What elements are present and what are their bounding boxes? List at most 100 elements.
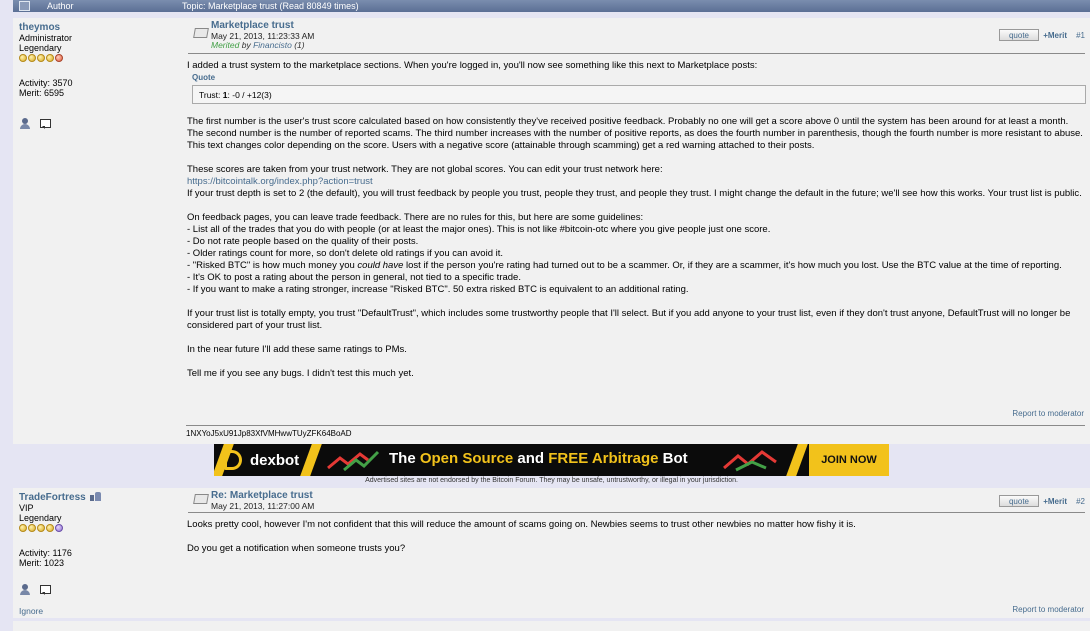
merited-label: Merited xyxy=(211,40,240,50)
guideline-item: - Do not rate people based on the qualit… xyxy=(187,236,419,247)
post-icon xyxy=(193,28,209,38)
topic-title: Topic: Marketplace trust (Read 80849 tim… xyxy=(182,1,359,11)
paragraph: Looks pretty cool, however I'm not confi… xyxy=(187,519,856,530)
ignore-link[interactable]: Ignore xyxy=(19,606,43,616)
poster-name[interactable]: TradeFortress xyxy=(19,492,86,503)
paragraph: Do you get a notification when someone t… xyxy=(187,543,406,554)
chart-arrows-icon xyxy=(723,450,777,472)
poster-info: TradeFortress VIP Legendary Activity: 11… xyxy=(19,488,179,617)
merit-button[interactable]: +Merit xyxy=(1043,31,1067,40)
vip-star-icon xyxy=(55,524,63,532)
poster-name[interactable]: theymos xyxy=(19,22,179,33)
poster-level: Legendary xyxy=(19,43,62,53)
quote-button[interactable]: quote xyxy=(999,495,1039,507)
topic-icon xyxy=(19,1,30,11)
post-body: I added a trust system to the marketplac… xyxy=(187,60,1086,392)
poster-activity: Activity: 3570 xyxy=(19,78,73,88)
ad-stripe xyxy=(786,444,808,476)
star-icon xyxy=(28,54,36,62)
poster-name-row: TradeFortress xyxy=(19,492,179,503)
post-intro: I added a trust system to the marketplac… xyxy=(187,60,758,71)
star-icon xyxy=(28,524,36,532)
guideline-emphasis: could have xyxy=(357,260,404,271)
poster-rank: VIP xyxy=(19,503,34,513)
paragraph: In the near future I'll add these same r… xyxy=(187,344,407,355)
post-1: theymos Administrator Legendary Activity… xyxy=(13,18,1090,444)
poster-merit: Merit: 6595 xyxy=(19,88,65,98)
poster-info: theymos Administrator Legendary Activity… xyxy=(19,18,179,130)
admin-star-icon xyxy=(55,54,63,62)
star-icon xyxy=(46,524,54,532)
paragraph: If your trust list is totally empty, you… xyxy=(187,308,1071,331)
post-number[interactable]: #2 xyxy=(1076,497,1085,506)
ad-tag-1: The xyxy=(389,450,420,467)
author-column-label: Author xyxy=(47,1,74,11)
ad-brand: dexbot xyxy=(250,452,300,469)
ad-tag-3: and xyxy=(513,450,549,467)
poster-activity: Activity: 1176 xyxy=(19,548,72,558)
signature: 1NXYoJ5xU91Jp83XfVMHwwTUyZFK64BoAD xyxy=(186,429,352,438)
post-header: Re: Marketplace trust May 21, 2013, 11:2… xyxy=(188,488,1085,513)
ad-disclaimer: Advertised sites are not endorsed by the… xyxy=(365,477,738,484)
trust-link[interactable]: https://bitcointalk.org/index.php?action… xyxy=(187,176,373,187)
send-message-icon[interactable] xyxy=(39,584,51,596)
post-number[interactable]: #1 xyxy=(1076,31,1085,40)
chart-arrows-icon xyxy=(327,450,380,472)
view-profile-icon[interactable] xyxy=(19,118,31,130)
star-icon xyxy=(37,54,45,62)
quote-post: : -0 / +12(3) xyxy=(227,90,272,100)
post-date: May 21, 2013, 11:27:00 AM xyxy=(211,501,315,511)
join-now-button[interactable]: JOIN NOW xyxy=(809,444,889,476)
merited-line: Merited by Financisto (1) xyxy=(211,40,305,50)
paragraph: Tell me if you see any bugs. I didn't te… xyxy=(187,368,414,379)
post-subject[interactable]: Marketplace trust xyxy=(211,20,294,31)
poster-rank: Administrator xyxy=(19,33,73,43)
post-subject[interactable]: Re: Marketplace trust xyxy=(211,490,313,501)
post-body: Looks pretty cool, however I'm not confi… xyxy=(187,519,1086,567)
report-to-moderator-link[interactable]: Report to moderator xyxy=(1012,409,1084,418)
view-profile-icon[interactable] xyxy=(19,584,31,596)
star-icon xyxy=(19,54,27,62)
merit-button[interactable]: +Merit xyxy=(1043,497,1067,506)
topic-header-bar: Author Topic: Marketplace trust (Read 80… xyxy=(13,0,1090,12)
paragraph: On feedback pages, you can leave trade f… xyxy=(187,212,644,223)
post-header: Marketplace trust May 21, 2013, 11:23:33… xyxy=(188,18,1085,54)
quote-header: Quote xyxy=(192,73,216,82)
ad-tag-5: Bot xyxy=(658,450,688,467)
merited-user[interactable]: Financisto xyxy=(253,40,292,50)
vip-icon xyxy=(89,492,101,501)
ad-banner[interactable]: dexbot The Open Source and FREE Arbitrag… xyxy=(214,444,889,476)
paragraph: If your trust depth is set to 2 (the def… xyxy=(187,188,1082,199)
guideline-item: - Older ratings count for more, so don't… xyxy=(187,248,504,259)
send-message-icon[interactable] xyxy=(39,118,51,130)
paragraph: These scores are taken from your trust n… xyxy=(187,164,663,175)
merited-count: (1) xyxy=(294,40,305,50)
quote-button[interactable]: quote xyxy=(999,29,1039,41)
signature-divider xyxy=(186,425,1085,426)
guideline-item: - It's OK to post a rating about the per… xyxy=(187,272,521,283)
guideline-item: - If you want to make a rating stronger,… xyxy=(187,284,689,295)
poster-merit: Merit: 1023 xyxy=(19,558,65,568)
guideline-pre: - "Risked BTC" is how much money you xyxy=(187,260,358,271)
post-icon xyxy=(193,494,209,504)
quote-box: Trust: 1: -0 / +12(3) xyxy=(192,85,1086,104)
guideline-post: lost if the person you're rating had tur… xyxy=(403,260,1062,271)
ad-tag-2: Open Source xyxy=(419,450,514,467)
guideline-item: - "Risked BTC" is how much money you cou… xyxy=(187,260,1086,272)
star-icon xyxy=(46,54,54,62)
report-to-moderator-link[interactable]: Report to moderator xyxy=(1012,605,1084,614)
star-icon xyxy=(37,524,45,532)
paragraph: The first number is the user's trust sco… xyxy=(187,116,1083,151)
rank-stars xyxy=(19,54,179,62)
ad-stripe xyxy=(300,444,322,476)
post-3-partial xyxy=(13,621,1090,631)
ad-tagline: The Open Source and FREE Arbitrage Bot xyxy=(389,450,688,467)
ad-tag-4: FREE Arbitrage xyxy=(548,450,659,467)
post-2: TradeFortress VIP Legendary Activity: 11… xyxy=(13,488,1090,618)
merited-by: by xyxy=(241,40,251,50)
dexbot-logo-icon xyxy=(224,450,242,470)
guideline-item: - List all of the trades that you do wit… xyxy=(187,224,771,235)
quote-pre: Trust: xyxy=(199,90,223,100)
star-icon xyxy=(19,524,27,532)
rank-stars xyxy=(19,524,179,532)
